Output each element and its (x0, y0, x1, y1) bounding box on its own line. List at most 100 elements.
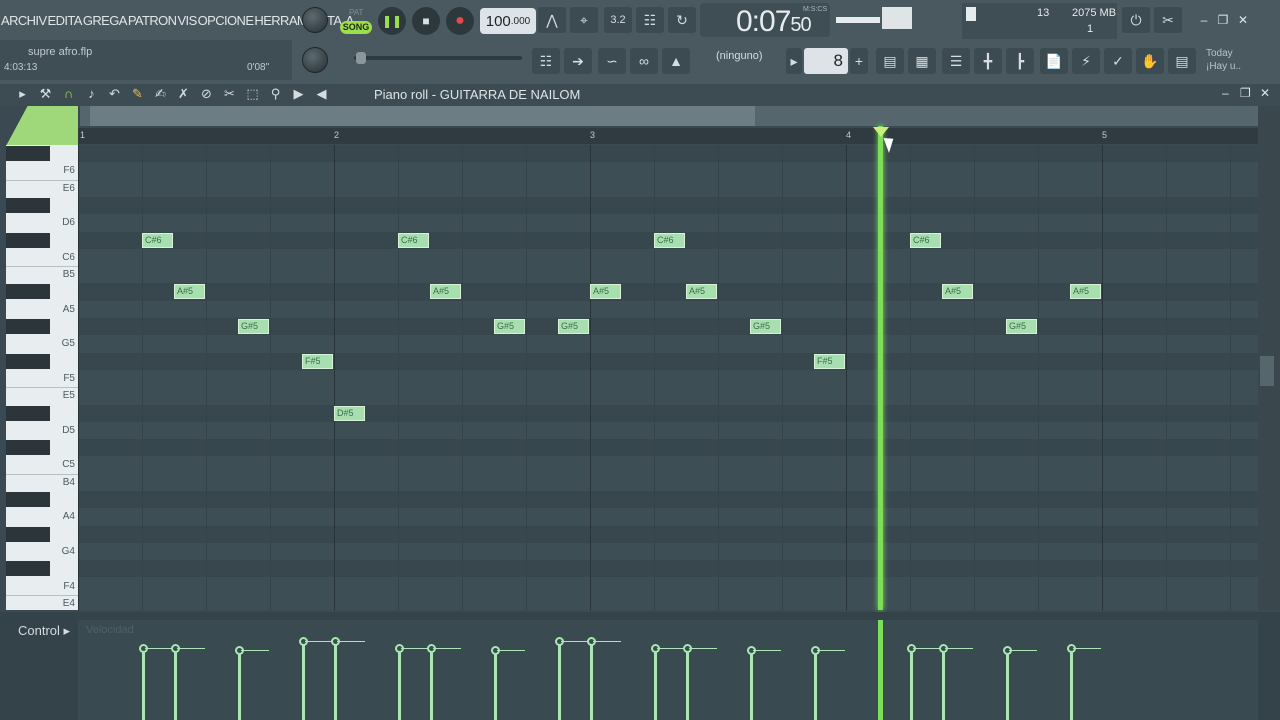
menu-herramientas[interactable]: HERRAMIENTA (253, 13, 342, 28)
playlist-icon[interactable]: ▤ (876, 48, 904, 74)
note[interactable]: G#5 (558, 319, 589, 334)
record-button[interactable]: ● (446, 7, 474, 35)
browser-icon[interactable]: ┣ (1006, 48, 1034, 74)
menu-agrega[interactable]: GREGA (82, 13, 128, 28)
tool-corner[interactable] (6, 106, 78, 146)
velocity-bar[interactable] (910, 648, 913, 720)
news-panel[interactable]: Today ¡Hay u.. (1206, 47, 1241, 73)
magnet-icon[interactable]: ∩ (60, 86, 77, 102)
wait-record-icon[interactable]: ⌖ (570, 7, 598, 33)
zoom-icon[interactable]: ⚲ (267, 86, 284, 102)
master-pitch-slider[interactable] (354, 56, 522, 60)
black-key[interactable] (6, 146, 50, 161)
menu-archivo[interactable]: ARCHIV (0, 13, 47, 28)
black-key[interactable] (6, 232, 50, 248)
pencil-icon[interactable]: ✎ (129, 86, 146, 102)
note[interactable]: F#5 (302, 353, 333, 369)
note[interactable]: A#5 (430, 284, 461, 300)
slice-icon[interactable]: ✂ (221, 86, 238, 102)
note[interactable]: G#5 (494, 319, 525, 334)
note[interactable]: A#5 (1070, 284, 1101, 300)
wrench-icon[interactable]: ⚒ (37, 86, 54, 102)
brush-icon[interactable]: ∽ (598, 48, 626, 74)
arrow-right-icon[interactable]: ➔ (564, 48, 592, 74)
delete-icon[interactable]: ✗ (175, 86, 192, 102)
file-icon[interactable]: 📄 (1040, 48, 1068, 74)
note[interactable]: F#5 (814, 353, 845, 369)
pat-song-toggle[interactable]: PAT SONG (340, 6, 372, 36)
note[interactable]: D#5 (334, 405, 365, 421)
pr-minimize-icon[interactable]: – (1222, 86, 1229, 100)
velocity-bar[interactable] (174, 648, 177, 720)
black-key[interactable] (6, 492, 50, 507)
velocity-bar[interactable] (142, 648, 145, 720)
black-key[interactable] (6, 197, 50, 213)
velocity-bar[interactable] (398, 648, 401, 720)
black-key[interactable] (6, 319, 50, 334)
minimize-icon[interactable]: – (1196, 12, 1212, 28)
note[interactable]: A#5 (590, 284, 621, 300)
velocity-bar[interactable] (750, 650, 753, 720)
playback-icon[interactable]: ▶ (290, 86, 307, 102)
velocity-lane[interactable] (78, 620, 1258, 720)
channel-rack-icon[interactable]: ▦ (908, 48, 936, 74)
menu-vista[interactable]: VIS (176, 13, 197, 28)
cart-icon[interactable]: ▤ (1168, 48, 1196, 74)
step-left-icon[interactable]: ▸ (786, 48, 802, 74)
black-key[interactable] (6, 526, 50, 542)
menu-edita[interactable]: EDITA (47, 13, 83, 28)
step-plus-icon[interactable]: + (850, 48, 868, 74)
note[interactable]: A#5 (174, 284, 205, 300)
velocity-bar[interactable] (590, 641, 593, 720)
velocity-bar[interactable] (238, 650, 241, 720)
pr-close-icon[interactable]: ✕ (1260, 86, 1270, 100)
select-icon[interactable]: ⬚ (244, 86, 261, 102)
pitch-slider-handle[interactable] (356, 52, 366, 64)
scissors-icon[interactable]: ✂ (1154, 7, 1182, 33)
playhead-marker[interactable] (873, 127, 889, 137)
restore-icon[interactable]: ❐ (1215, 12, 1231, 28)
link-icon[interactable]: ∞ (630, 48, 658, 74)
note[interactable]: C#6 (654, 232, 685, 248)
power-icon[interactable]: ⏻ (1122, 7, 1150, 33)
note[interactable]: A#5 (686, 284, 717, 300)
mixer-icon[interactable]: ╋ (974, 48, 1002, 74)
master-volume-knob[interactable] (302, 7, 328, 33)
vertical-scrollbar[interactable] (1258, 106, 1280, 610)
scroll-thumb[interactable] (1260, 356, 1274, 386)
overview-thumb[interactable] (90, 106, 755, 126)
stamp-icon[interactable]: ▲ (662, 48, 690, 74)
step-size-field[interactable]: 8 (804, 48, 848, 74)
piano-roll-view-icon[interactable]: ☰ (942, 48, 970, 74)
black-key[interactable] (6, 405, 50, 421)
note[interactable]: C#6 (398, 232, 429, 248)
velocity-bar[interactable] (686, 648, 689, 720)
pin-icon[interactable]: ✓ (1104, 48, 1132, 74)
piano-keyboard[interactable]: F6 E6 D6 C6 B5 A5 G5 F5 E5 D5 C5 B4 A4 G4 F4 E4 (6, 145, 78, 610)
velocity-bar[interactable] (334, 641, 337, 720)
countdown-icon[interactable]: 3.2 (604, 7, 632, 33)
close-icon[interactable]: ✕ (1235, 12, 1251, 28)
metronome-icon[interactable]: ⋀ (538, 7, 566, 33)
pause-button[interactable]: ❚❚ (378, 7, 406, 35)
paint-icon[interactable]: ✍ (152, 86, 169, 102)
control-selector[interactable]: Control ▸ (18, 623, 70, 639)
note[interactable]: G#5 (1006, 319, 1037, 334)
undo-icon[interactable]: ↶ (106, 86, 123, 102)
black-key[interactable] (6, 440, 50, 456)
pr-maximize-icon[interactable]: ❐ (1240, 86, 1251, 100)
velocity-bar[interactable] (1006, 650, 1009, 720)
velocity-bar[interactable] (654, 648, 657, 720)
velocity-bar[interactable] (494, 650, 497, 720)
step-edit-icon[interactable]: ☷ (636, 7, 664, 33)
note[interactable]: A#5 (942, 284, 973, 300)
velocity-bar[interactable] (430, 648, 433, 720)
note[interactable]: G#5 (238, 319, 269, 334)
note-grid[interactable]: C#6 A#5 G#5 F#5 D#5 C#6 A#5 G#5 G#5 A#5 C#6 A#5 G#5 F… (78, 145, 1258, 610)
stop-button[interactable]: ■ (412, 7, 440, 35)
note[interactable]: C#6 (910, 232, 941, 248)
speaker-icon[interactable]: ◀ (313, 86, 330, 102)
piano-roll-icon[interactable]: ☷ (532, 48, 560, 74)
note-icon[interactable]: ♪ (83, 86, 100, 102)
menu-opciones[interactable]: OPCIONE (197, 13, 254, 28)
